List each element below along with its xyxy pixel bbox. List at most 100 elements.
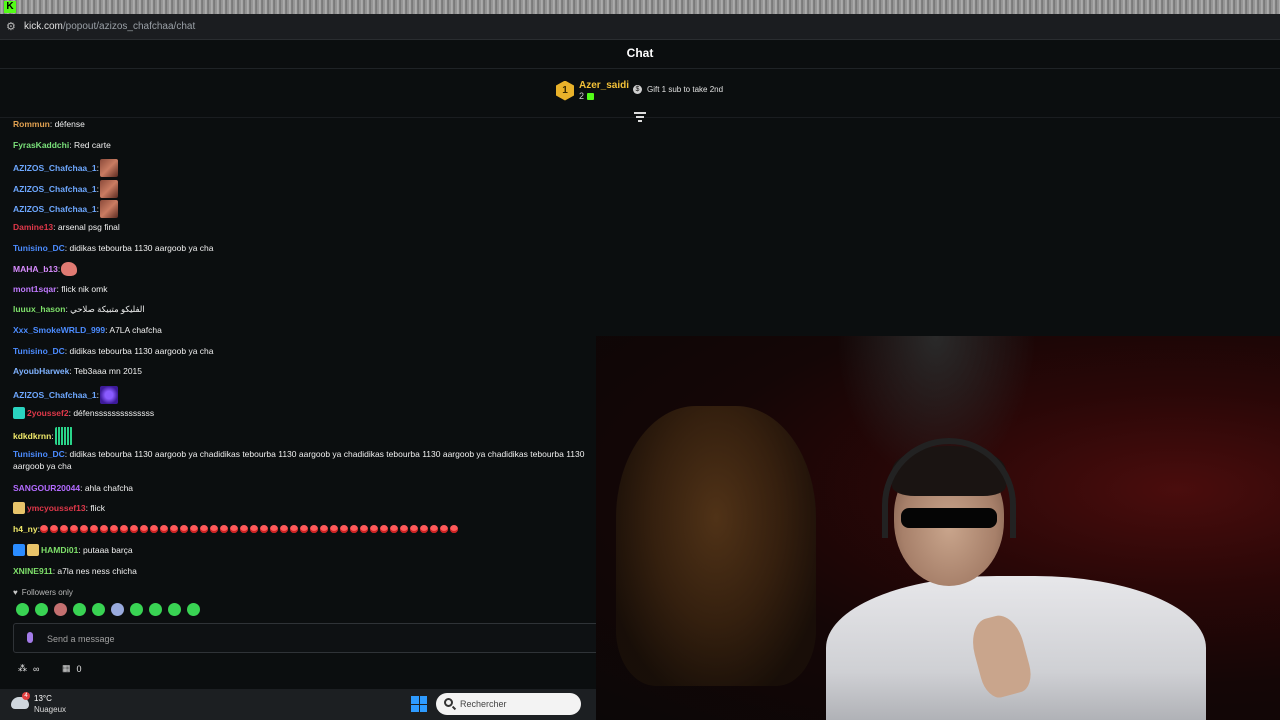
chat-username[interactable]: HAMDi01: [41, 544, 78, 556]
emote-icon[interactable]: [54, 603, 67, 616]
laugh-emote-icon: [119, 525, 128, 533]
chat-username[interactable]: Tunisino_DC: [13, 449, 65, 459]
emote-icon[interactable]: [187, 603, 200, 616]
gift-icon: $: [633, 85, 642, 94]
laugh-emote-icon: [419, 525, 428, 533]
emote-icon[interactable]: [16, 603, 29, 616]
chat-message-text: :: [57, 264, 61, 274]
emote-icon[interactable]: [149, 603, 162, 616]
chat-message: AZIZOS_Chafchaa_1:: [13, 180, 118, 198]
user-badge-icon: [13, 544, 25, 556]
channel-points[interactable]: ⁂ ∞: [18, 663, 39, 674]
emote-icon[interactable]: [111, 603, 124, 616]
laugh-emote-icon: [349, 525, 358, 533]
site-settings-icon[interactable]: ⚙: [6, 20, 16, 33]
emote-icon[interactable]: [130, 603, 143, 616]
laugh-emote-icon: [319, 525, 328, 533]
chat-username[interactable]: Rommun: [13, 118, 50, 130]
emote-icon[interactable]: [35, 603, 48, 616]
chat-emote-icon: [100, 159, 118, 177]
laugh-emote-icon: [49, 525, 58, 533]
chat-emote-icon: [61, 262, 78, 276]
windows-start-icon[interactable]: [411, 696, 427, 712]
chat-message: AZIZOS_Chafchaa_1:: [13, 386, 118, 404]
chat-header: Chat: [0, 40, 1280, 69]
user-badge-icon: [27, 544, 39, 556]
chat-message-text: :: [51, 431, 54, 441]
chat-username[interactable]: mont1sqar: [13, 283, 56, 295]
chat-username[interactable]: XNINE911: [13, 565, 53, 577]
chat-username[interactable]: FyrasKaddchi: [13, 139, 69, 151]
gift-sub-prompt[interactable]: $ Gift 1 sub to take 2nd: [633, 85, 723, 94]
chat-username[interactable]: luuux_hason: [13, 303, 65, 315]
chat-message-text: :: [96, 390, 99, 400]
heart-icon: ♥: [13, 588, 18, 597]
laugh-emote-icon: [239, 525, 248, 533]
chat-message: Tunisino_DC: didikas tebourba 1130 aargo…: [13, 242, 214, 254]
chat-username[interactable]: ymcyoussef13: [27, 502, 86, 514]
laugh-emote-icon: [209, 525, 218, 533]
laugh-emote-icon: [199, 525, 208, 533]
laugh-emote-icon: [229, 525, 238, 533]
top-gifter-count: 2: [579, 91, 629, 101]
collapse-pinned-icon[interactable]: [634, 112, 646, 122]
chat-username[interactable]: AZIZOS_Chafchaa_1: [13, 203, 97, 215]
chat-username[interactable]: Damine13: [13, 221, 53, 233]
chat-username[interactable]: AZIZOS_Chafchaa_1: [13, 162, 97, 174]
user-badge-icon: [13, 407, 25, 419]
chat-username[interactable]: Tunisino_DC: [13, 242, 65, 254]
emote-icon[interactable]: [92, 603, 105, 616]
chat-username[interactable]: kdkdkrnn: [13, 430, 51, 442]
leaderboard-top-gifter[interactable]: 1 Azer_saidi 2: [556, 80, 629, 101]
chat-message: AZIZOS_Chafchaa_1:: [13, 200, 118, 218]
weather-alert-badge: 4: [22, 692, 30, 700]
laugh-emote-icon: [219, 525, 228, 533]
laugh-emote-icon: [39, 525, 48, 533]
chat-username[interactable]: h4_ny: [13, 523, 38, 535]
message-input-box[interactable]: [13, 623, 603, 653]
taskbar-search-input[interactable]: [460, 697, 575, 711]
chat-message: 2youssef2: défenssssssssssssss: [13, 407, 154, 419]
chat-username[interactable]: 2youssef2: [27, 407, 69, 419]
chat-message-text: : arsenal psg final: [53, 222, 120, 232]
chat-message-text: : Red carte: [69, 140, 111, 150]
send-message-input[interactable]: [47, 631, 587, 647]
laugh-emote-icon: [169, 525, 178, 533]
chat-username[interactable]: AZIZOS_Chafchaa_1: [13, 389, 97, 401]
taskbar-search[interactable]: [436, 693, 581, 715]
address-bar[interactable]: ⚙ kick.com/popout/azizos_chafchaa/chat: [0, 14, 1280, 40]
search-icon: [444, 698, 453, 707]
chat-username[interactable]: AyoubHarwek: [13, 365, 69, 377]
chat-message: Rommun: défense: [13, 118, 85, 130]
weather-temperature[interactable]: 13°C: [34, 694, 52, 703]
emote-icon[interactable]: [168, 603, 181, 616]
chat-title: Chat: [626, 46, 654, 60]
laugh-emote-icon: [409, 525, 418, 533]
microphone-icon[interactable]: [27, 632, 33, 643]
chat-username[interactable]: MAHA_b13: [13, 263, 58, 275]
chat-username[interactable]: Tunisino_DC: [13, 345, 65, 357]
chat-message-text: : didikas tebourba 1130 aargoob ya chadi…: [13, 449, 585, 471]
top-gifter-name: Azer_saidi: [579, 80, 630, 91]
chat-message-text: :: [96, 184, 99, 194]
chat-username[interactable]: Xxx_SmokeWRLD_999: [13, 324, 105, 336]
chat-message-text: : didikas tebourba 1130 aargoob ya cha: [64, 243, 214, 253]
store-icon: ▦: [62, 663, 71, 673]
laugh-emote-icon: [189, 525, 198, 533]
chat-message: Tunisino_DC: didikas tebourba 1130 aargo…: [13, 345, 214, 357]
laugh-emote-icon: [249, 525, 258, 533]
weather-description[interactable]: Nuageux: [34, 705, 66, 714]
laugh-emote-icon: [149, 525, 158, 533]
laugh-emote-icon: [339, 525, 348, 533]
chat-message-text: : ahla chafcha: [80, 483, 134, 493]
url-text[interactable]: kick.com/popout/azizos_chafchaa/chat: [24, 21, 195, 32]
emote-icon[interactable]: [73, 603, 86, 616]
gift-store[interactable]: ▦ 0: [62, 663, 82, 674]
chat-message: h4_ny:: [13, 523, 460, 535]
chat-message: FyrasKaddchi: Red carte: [13, 139, 111, 151]
chat-username[interactable]: SANGOUR20044: [13, 482, 80, 494]
kick-favicon-icon[interactable]: K: [4, 1, 16, 13]
chat-username[interactable]: AZIZOS_Chafchaa_1: [13, 183, 97, 195]
laugh-emote-icon: [359, 525, 368, 533]
browser-titlebar: K: [0, 0, 1280, 14]
